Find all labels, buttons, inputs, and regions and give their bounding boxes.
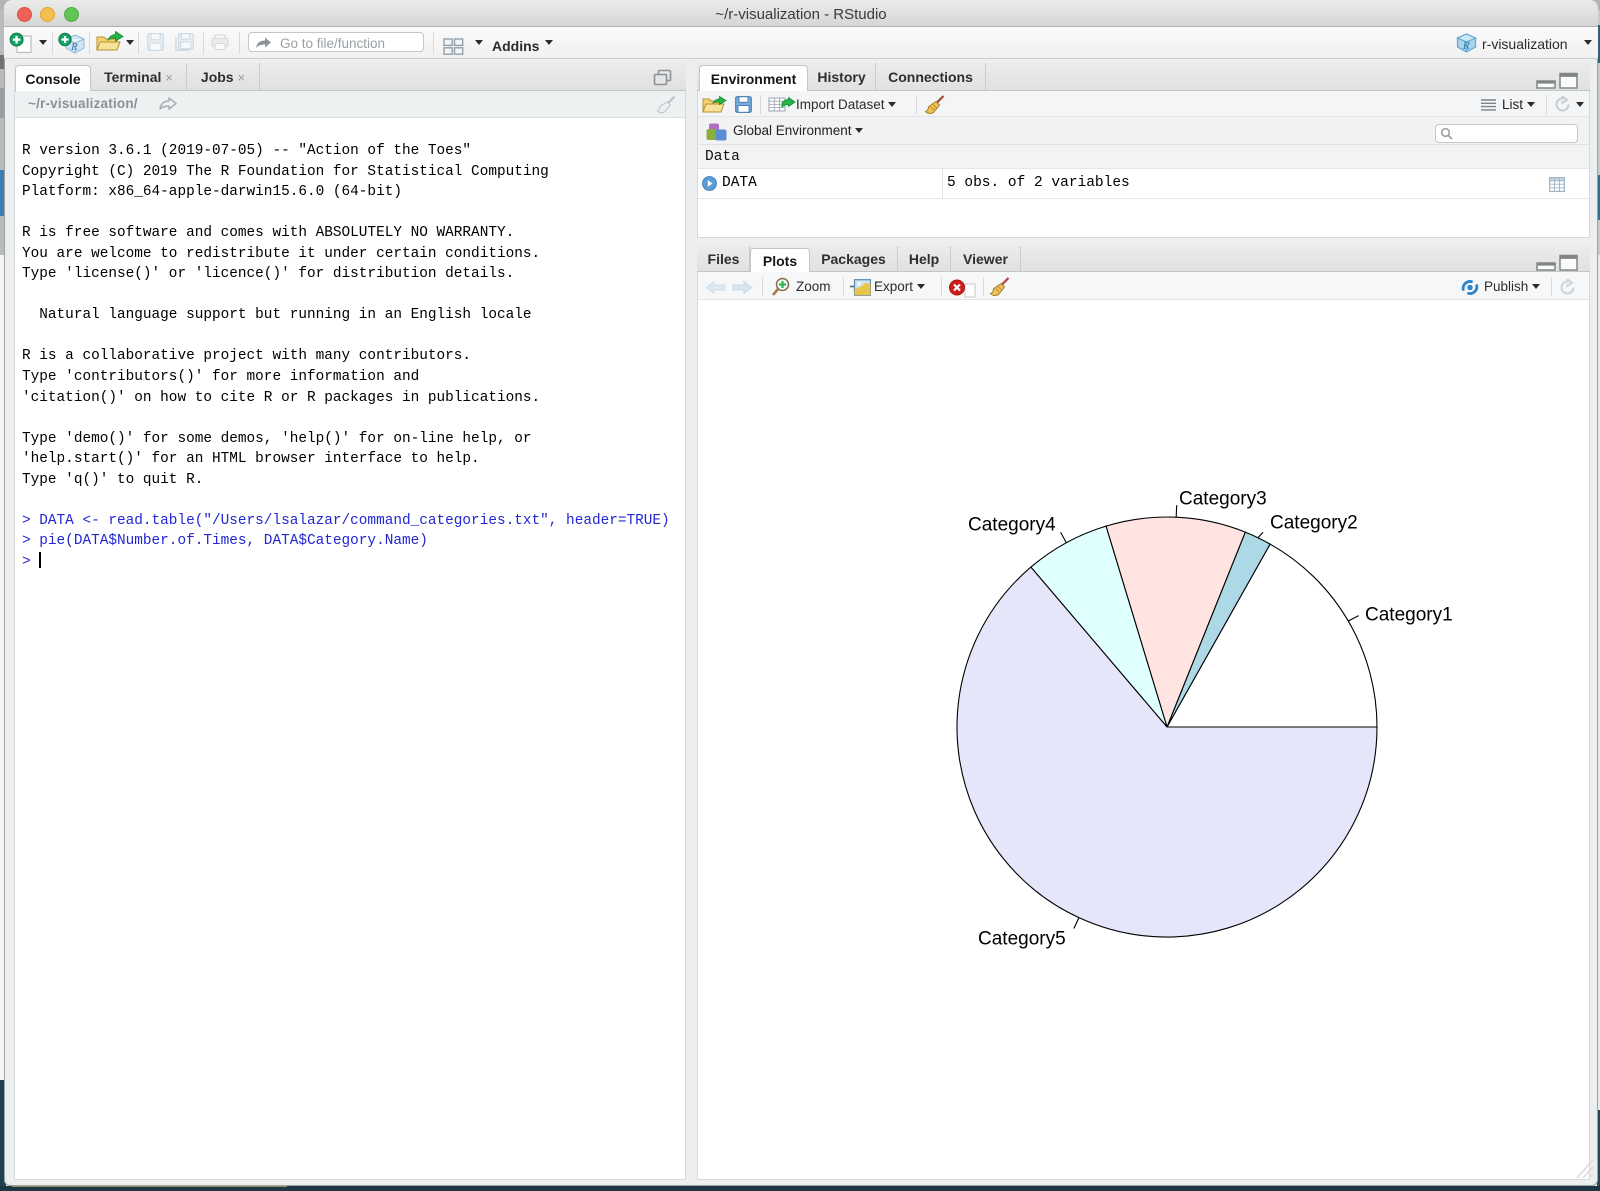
svg-text:Category2: Category2 (1270, 513, 1358, 534)
svg-text:Category3: Category3 (1179, 489, 1267, 510)
svg-text:Category5: Category5 (978, 929, 1066, 950)
svg-text:Category1: Category1 (1365, 605, 1453, 626)
svg-text:Category4: Category4 (968, 515, 1056, 536)
svg-text:R: R (1462, 40, 1470, 52)
svg-text:R: R (70, 41, 78, 53)
